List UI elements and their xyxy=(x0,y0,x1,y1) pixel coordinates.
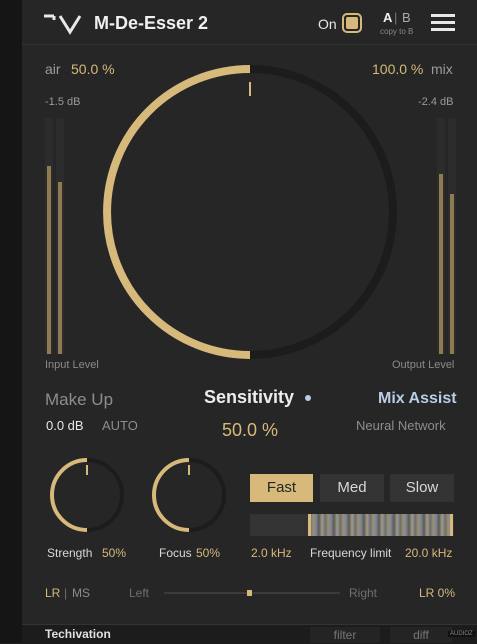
input-db: -1.5 dB xyxy=(45,96,81,108)
balance-slider-handle[interactable] xyxy=(247,590,252,596)
logo-icon xyxy=(44,10,88,35)
balance-value[interactable]: LR 0% xyxy=(419,586,455,600)
sensitivity-label: Sensitivity xyxy=(204,387,295,407)
plugin-title: M-De-Esser 2 xyxy=(94,13,209,33)
output-db: -2.4 dB xyxy=(418,96,454,108)
sensitivity-dot-icon xyxy=(305,395,311,401)
speed-med-button[interactable]: Med xyxy=(320,474,384,502)
ab-separator: | xyxy=(394,10,398,25)
balance-slider[interactable] xyxy=(164,590,340,596)
ab-a-label: A xyxy=(383,10,393,25)
power-toggle-fill xyxy=(346,17,358,29)
frequency-range-selected xyxy=(310,514,452,536)
frequency-limit-label: Frequency limit xyxy=(310,546,392,560)
filter-button[interactable]: filter xyxy=(310,627,380,643)
ms-mode-button[interactable]: MS xyxy=(72,586,90,600)
diff-button[interactable]: diff xyxy=(390,627,452,643)
speed-fast-button[interactable]: Fast xyxy=(250,474,313,502)
input-meter-left xyxy=(45,118,53,354)
output-meter-left-fill xyxy=(439,174,443,354)
input-meter-left-fill xyxy=(47,166,51,354)
frequency-low-value: 2.0 kHz xyxy=(251,546,292,560)
focus-knob[interactable] xyxy=(151,457,231,537)
input-level-label: Input Level xyxy=(45,359,99,371)
mix-label: mix xyxy=(431,61,453,77)
frequency-high-value: 20.0 kHz xyxy=(405,546,453,560)
balance-left-label: Left xyxy=(129,586,150,600)
ab-switch[interactable]: A | B copy to B xyxy=(380,10,416,38)
menu-icon[interactable] xyxy=(431,14,455,32)
logo-mark xyxy=(44,14,82,35)
strength-value: 50% xyxy=(102,546,127,560)
mode-separator: | xyxy=(64,586,68,600)
watermark-label: AUDIOZ xyxy=(448,631,475,637)
makeup-value[interactable]: 0.0 dB xyxy=(46,418,84,433)
focus-knob-arc xyxy=(152,458,190,532)
input-meter-right xyxy=(56,118,64,354)
output-meter-right-fill xyxy=(450,194,454,354)
frequency-high-handle[interactable] xyxy=(450,514,453,536)
frequency-low-handle[interactable] xyxy=(308,514,311,536)
makeup-label: Make Up xyxy=(45,390,114,409)
focus-label: Focus xyxy=(159,546,192,560)
balance-right-label: Right xyxy=(349,586,378,600)
speed-slow-button[interactable]: Slow xyxy=(390,474,454,502)
footer-bar: Techivation filter diff AUDIOZ xyxy=(22,624,477,644)
strength-label: Strength xyxy=(47,546,93,560)
neural-network-label: Neural Network xyxy=(356,418,446,433)
sensitivity-ring-arc xyxy=(103,65,251,359)
strength-knob-arc xyxy=(50,458,88,532)
auto-button[interactable]: AUTO xyxy=(102,418,138,433)
output-meter-right xyxy=(448,118,456,354)
sensitivity-value[interactable]: 50.0 % xyxy=(222,420,278,441)
frequency-range-bar[interactable] xyxy=(250,514,454,536)
output-level-label: Output Level xyxy=(392,359,455,371)
strength-knob[interactable] xyxy=(49,457,129,537)
left-gutter xyxy=(0,0,22,643)
header-divider xyxy=(22,44,477,45)
output-meter-left xyxy=(437,118,445,354)
power-toggle[interactable] xyxy=(342,13,362,33)
power-label: On xyxy=(318,16,337,32)
ab-b-label: B xyxy=(402,10,411,25)
mix-assist-button[interactable]: Mix Assist xyxy=(378,390,457,408)
focus-value: 50% xyxy=(196,546,221,560)
brand-label: Techivation xyxy=(45,627,111,641)
air-label: air xyxy=(45,61,61,77)
sensitivity-ring[interactable] xyxy=(100,65,400,366)
input-meter-right-fill xyxy=(58,182,62,354)
lr-mode-button[interactable]: LR xyxy=(45,586,60,600)
copy-to-b-label[interactable]: copy to B xyxy=(380,27,413,36)
